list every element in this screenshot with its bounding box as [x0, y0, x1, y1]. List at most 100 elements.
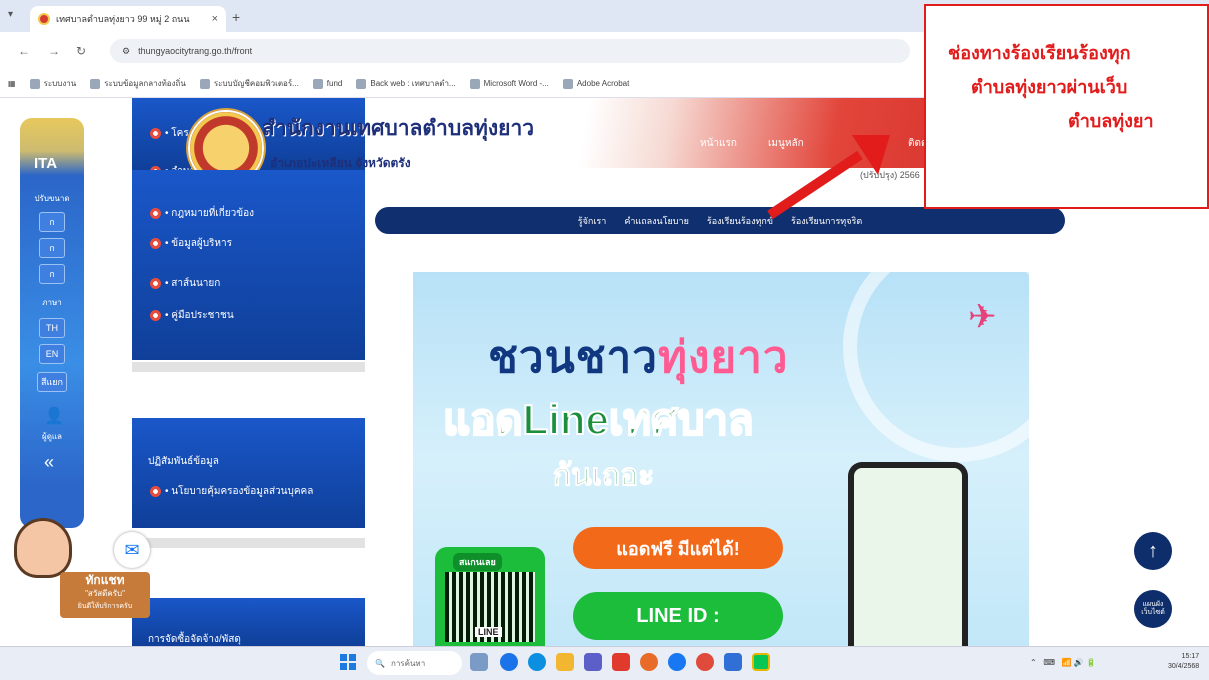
tab-search-icon[interactable]: ▾ [8, 9, 13, 20]
url-text: thungyaocitytrang.go.th/front [138, 46, 253, 56]
annotation-callout: ช่องทางร้องเรียนร้องทุก ตำบลทุ่งยาวผ่านเ… [924, 4, 1209, 209]
menu-item[interactable]: • นโยบายคุ้มครองข้อมูลส่วนบุคคล [150, 484, 313, 499]
top-menu-item[interactable]: หน้าแรก [700, 136, 737, 151]
nav-item[interactable]: รู้จักเรา [578, 214, 607, 228]
plane-icon: ✈ [968, 298, 997, 336]
bullet-icon [150, 238, 161, 249]
chat-bubble[interactable]: ทักแชท "สวัสดีครับ" ยินดีให้บริการครับ [60, 572, 150, 618]
callout-line: ช่องทางร้องเรียนร้องทุก [948, 43, 1131, 63]
line-promo-banner[interactable]: ✈ ชวนชาวทุ่งยาว แอดLineเทศบาล กันเถอะ แอ… [413, 272, 1029, 646]
left-menu [132, 170, 365, 360]
divider [132, 362, 365, 372]
bookmark-icon [562, 78, 573, 89]
youtube-icon[interactable] [612, 653, 630, 671]
taskbar-search-placeholder: การค้นหา [390, 658, 426, 668]
font-size-button[interactable]: ก [39, 264, 65, 284]
tab-close-button[interactable]: × [212, 13, 218, 25]
file-explorer-icon[interactable] [556, 653, 574, 671]
site-info-icon[interactable]: ⚙ [122, 46, 130, 57]
app-icon[interactable] [640, 653, 658, 671]
site-title: สำนักงานเทศบาลตำบลทุ่งยาว [262, 117, 535, 140]
mascot-avatar[interactable] [14, 518, 72, 578]
apps-icon[interactable]: ▦ [8, 79, 16, 88]
messenger-icon[interactable]: ✉ [114, 532, 150, 568]
bookmark-icon [356, 78, 367, 89]
qr-line-label: LINE [475, 627, 502, 637]
url-field[interactable]: ⚙ thungyaocitytrang.go.th/front [110, 39, 910, 63]
nav-item[interactable]: คำแถลงนโยบาย [624, 214, 689, 228]
bookmark-item[interactable]: Back web : เทศบาลตำ... [356, 77, 456, 90]
browser-tab[interactable]: เทศบาลตำบลทุ่งยาว 99 หมู่ 2 ถนน × [30, 6, 226, 32]
bookmark-icon [29, 78, 40, 89]
bookmark-item[interactable]: fund [312, 78, 342, 89]
banner-headline: ชวนชาวทุ่งยาว [488, 333, 789, 382]
windows-taskbar [0, 646, 1209, 680]
forward-icon[interactable]: → [48, 44, 60, 58]
section-title: ปฏิสัมพันธ์ข้อมูล [148, 456, 219, 467]
language-label: ภาษา [42, 298, 62, 307]
reload-icon[interactable]: ↻ [76, 44, 86, 58]
user-icon[interactable]: 👤 [44, 406, 64, 426]
line-id-pill: LINE ID : [573, 592, 783, 640]
scroll-up-button[interactable]: ↑ [1134, 532, 1172, 570]
teams-icon[interactable] [584, 653, 602, 671]
taskbar-clock[interactable]: 15:17 30/4/2568 [1168, 652, 1199, 672]
font-size-label: ปรับขนาด [34, 194, 70, 203]
facebook-icon[interactable] [668, 653, 686, 671]
back-icon[interactable]: ← [18, 44, 30, 58]
banner-line3: กันเถอะ [552, 459, 655, 493]
main-nav: รู้จักเรา คำแถลงนโยบาย ร้องเรียนร้องทุกข… [375, 207, 1065, 234]
lang-th-button[interactable]: TH [39, 318, 65, 338]
bookmark-item[interactable]: ระบบบัญชีคอมพิวเตอร์... [199, 77, 299, 90]
phone-screen [854, 468, 962, 646]
bookmark-item[interactable]: Microsoft Word -... [469, 78, 549, 89]
bullet-icon [150, 208, 161, 219]
tab-title: เทศบาลตำบลทุ่งยาว 99 หมู่ 2 ถนน [56, 14, 190, 24]
clock-date: 30/4/2568 [1168, 663, 1200, 670]
site-favicon-icon [38, 13, 50, 25]
ita-label: ITA [34, 155, 58, 172]
lang-en-button[interactable]: EN [39, 344, 65, 364]
font-size-button[interactable]: ก [39, 238, 65, 258]
word-icon[interactable] [724, 653, 742, 671]
edge-icon[interactable] [528, 653, 546, 671]
chrome-icon[interactable] [500, 653, 518, 671]
menu-item[interactable]: • สาส์นนายก [150, 276, 220, 291]
bullet-icon [150, 128, 161, 139]
bookmark-icon [469, 78, 480, 89]
font-size-button[interactable]: ก [39, 212, 65, 232]
section-title: การจัดซื้อจัดจ้าง/พัสดุ [148, 634, 241, 645]
system-tray[interactable]: ⌃ ⌨ 📶 🔊 🔋 [1030, 658, 1096, 667]
line-icon[interactable] [752, 653, 770, 671]
bullet-icon [150, 278, 161, 289]
bookmark-item[interactable]: ระบบข้อมูลกลางท้องถิ่น [90, 77, 186, 90]
contrast-button[interactable]: สีแยก [37, 372, 67, 392]
user-label: ผู้ดูแล [42, 432, 62, 441]
start-icon[interactable] [340, 654, 356, 670]
app-icon[interactable] [696, 653, 714, 671]
scan-label: สแกนเลย [453, 553, 502, 571]
menu-item[interactable]: • ข้อมูลผู้บริหาร [150, 236, 232, 251]
bullet-icon [150, 486, 161, 497]
divider [132, 538, 365, 548]
menu-item[interactable]: • กฎหมายที่เกี่ยวข้อง [150, 206, 254, 221]
left-menu-section2 [132, 418, 365, 528]
taskbar-search[interactable]: 🔍 การค้นหา [367, 651, 462, 675]
rainbow-decoration [843, 272, 1029, 462]
search-icon: 🔍 [375, 658, 385, 668]
new-tab-button[interactable]: + [232, 9, 240, 25]
bookmark-icon [199, 78, 210, 89]
bookmark-item[interactable]: Adobe Acrobat [562, 78, 629, 89]
banner-line2: แอดLineเทศบาล [442, 395, 755, 444]
collapse-icon[interactable]: « [44, 452, 54, 473]
callout-line: ตำบลทุ่งยา [1068, 111, 1154, 131]
bookmark-item[interactable]: ระบบงาน [29, 77, 76, 90]
phone-illustration [848, 462, 968, 646]
menu-item[interactable]: • คู่มือประชาชน [150, 308, 234, 323]
sitemap-button[interactable]: แผนผัง เว็บไซต์ [1134, 590, 1172, 628]
chat-line3: ยินดีให้บริการครับ [77, 603, 133, 610]
widgets-icon[interactable] [470, 653, 488, 671]
bookmark-icon [312, 78, 323, 89]
annotation-arrow-icon [767, 135, 890, 220]
callout-line: ตำบลทุ่งยาวผ่านเว็บ [971, 77, 1128, 97]
